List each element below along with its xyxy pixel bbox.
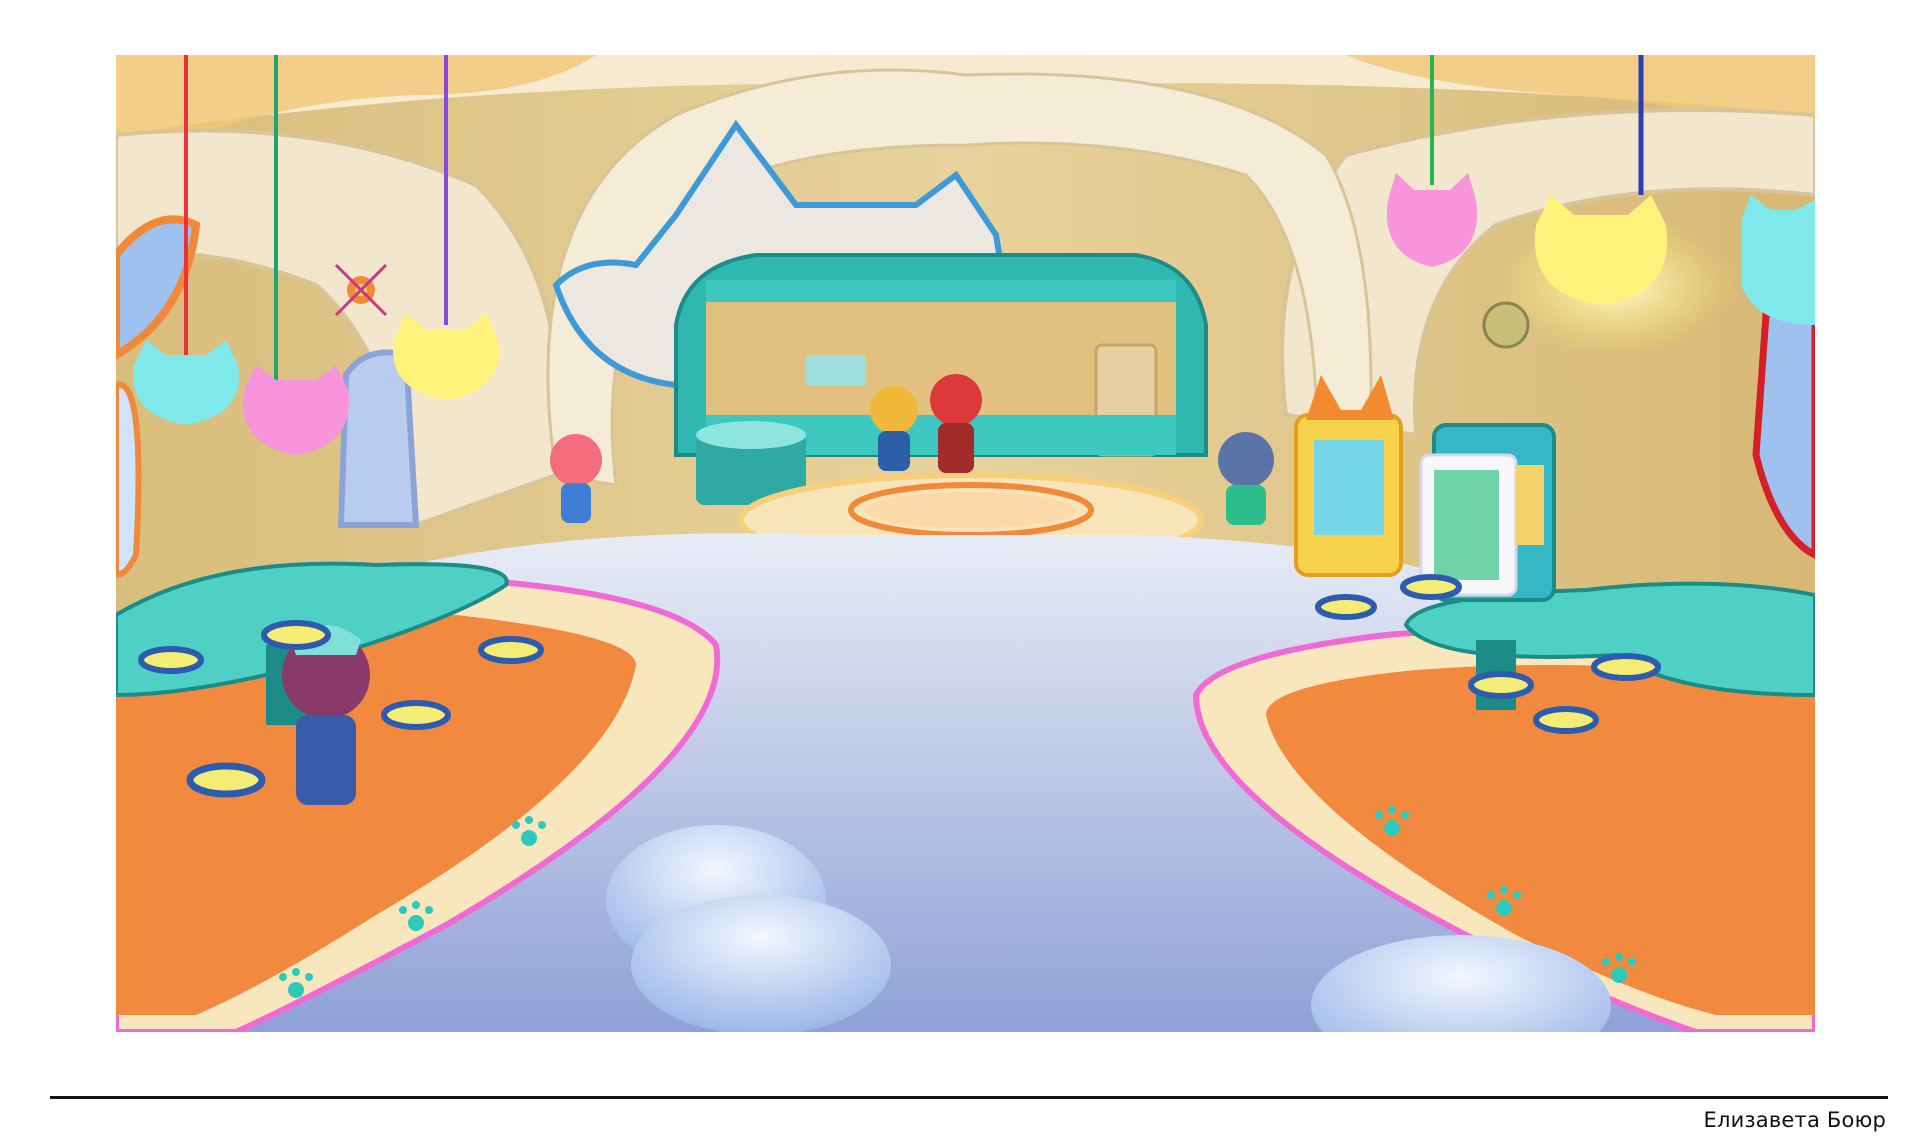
- cafe-interior-illustration: [116, 55, 1815, 1032]
- separator-line: [50, 1096, 1888, 1099]
- author-credit: Елизавета Боюр: [1703, 1108, 1886, 1132]
- character-blue-cat: [1218, 432, 1274, 525]
